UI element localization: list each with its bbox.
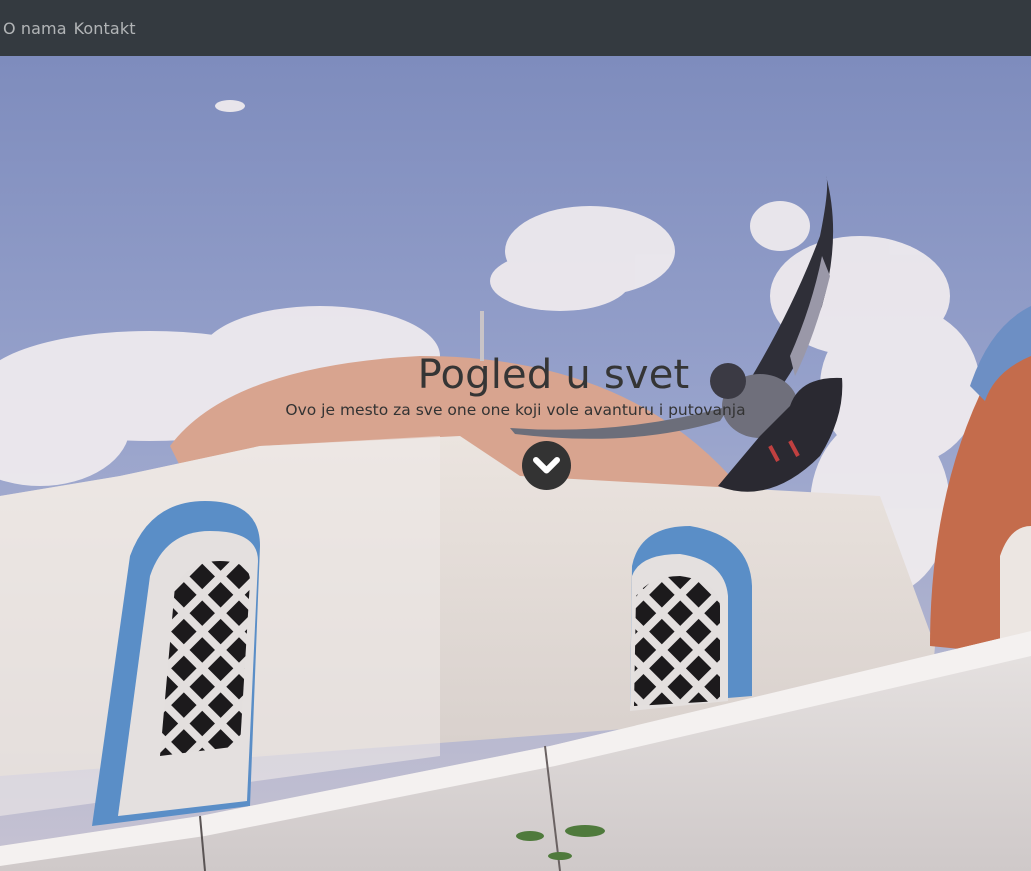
nav-link-about[interactable]: O nama [3, 19, 67, 38]
hero-title: Pogled u svet [417, 352, 690, 398]
top-navbar: O nama Kontakt [0, 0, 1031, 56]
hero-subtitle: Ovo je mesto za sve one one koji vole av… [285, 401, 746, 419]
hero-background-image [0, 56, 1031, 871]
hero-section: Pogled u svet Ovo je mesto za sve one on… [0, 56, 1031, 871]
chevron-down-icon [533, 457, 560, 474]
scroll-down-button[interactable] [522, 441, 571, 490]
nav-link-contact[interactable]: Kontakt [74, 19, 136, 38]
